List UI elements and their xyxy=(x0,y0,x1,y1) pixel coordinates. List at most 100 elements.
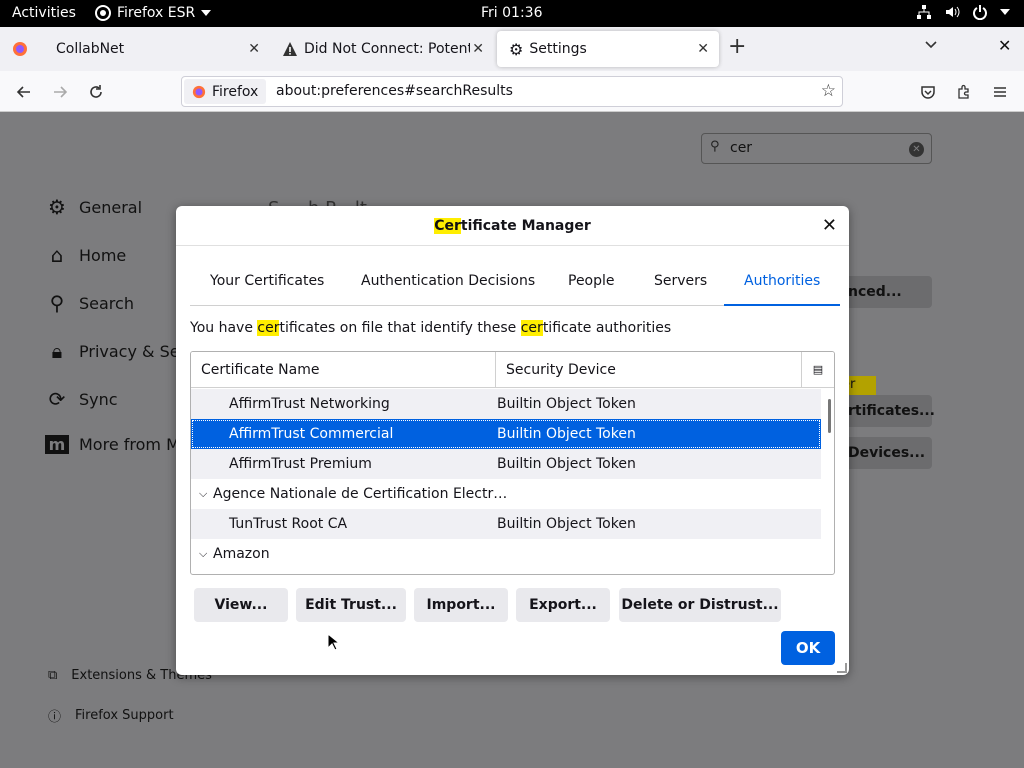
group-name: Amazon xyxy=(213,546,270,562)
nav-bar: Firefox about:preferences#searchResults … xyxy=(0,71,1024,112)
reload-button[interactable] xyxy=(84,80,108,104)
pocket-icon xyxy=(921,86,935,99)
export-button[interactable]: Export... xyxy=(516,588,610,622)
tab-strip: CollabNet ✕ Did Not Connect: Potenti ✕ ⚙… xyxy=(0,27,1024,71)
ok-button[interactable]: OK xyxy=(781,631,835,665)
authorities-description: You have certificates on file that ident… xyxy=(190,320,671,336)
activities-button[interactable]: Activities xyxy=(12,5,76,21)
cert-name: AffirmTrust Premium xyxy=(229,456,372,472)
sidebar-item-label: Search xyxy=(79,293,134,313)
url-bar[interactable]: Firefox about:preferences#searchResults … xyxy=(181,76,843,107)
system-menu[interactable] xyxy=(916,4,1010,20)
tab-servers[interactable]: Servers xyxy=(634,264,727,304)
extensions-button[interactable] xyxy=(952,80,976,104)
chevron-down-icon[interactable]: ⌵ xyxy=(199,539,207,569)
firefox-icon xyxy=(95,5,111,21)
view-certificates-button[interactable]: rtificates... xyxy=(838,395,935,427)
search-value: cer xyxy=(730,140,753,156)
resize-grip[interactable] xyxy=(837,663,847,673)
list-all-tabs-button[interactable] xyxy=(924,38,938,56)
search-icon: ⚲ xyxy=(710,139,720,154)
firefox-icon xyxy=(192,85,206,98)
tab-label: Did Not Connect: Potenti xyxy=(304,41,470,57)
new-tab-button[interactable]: + xyxy=(728,34,746,59)
window-close-button[interactable]: ✕ xyxy=(998,36,1011,55)
close-icon[interactable]: ✕ xyxy=(472,41,484,57)
tab-settings[interactable]: ⚙ Settings ✕ xyxy=(497,31,719,67)
close-icon[interactable]: ✕ xyxy=(248,41,260,57)
tree-row[interactable]: TunTrust Root CA Builtin Object Token xyxy=(191,509,821,539)
mozilla-icon: m xyxy=(45,435,69,454)
view-button[interactable]: View... xyxy=(194,588,288,622)
desc-text: tificate authorities xyxy=(542,320,672,336)
sidebar-item-search[interactable]: ⚲ Search xyxy=(45,291,134,315)
tree-row[interactable]: AffirmTrust Premium Builtin Object Token xyxy=(191,449,821,479)
sidebar-item-label: Sync xyxy=(79,389,118,409)
tree-scrollbar[interactable] xyxy=(828,399,831,433)
identity-label: Firefox xyxy=(212,83,259,100)
tab-authorities[interactable]: Authorities xyxy=(724,264,841,306)
certificate-tree[interactable]: Certificate Name Security Device ▤ Affir… xyxy=(190,351,835,575)
cert-device: Builtin Object Token xyxy=(497,426,636,442)
sidebar-item-general[interactable]: ⚙ General xyxy=(45,195,142,219)
sidebar-item-label: General xyxy=(79,197,143,217)
desc-text: You have xyxy=(190,320,258,336)
column-picker-icon[interactable]: ▤ xyxy=(801,352,834,388)
column-security-device[interactable]: Security Device xyxy=(495,352,801,388)
sidebar-item-sync[interactable]: ⟳ Sync xyxy=(45,387,118,411)
tab-people[interactable]: People xyxy=(548,264,635,304)
chevron-down-icon[interactable]: ⌵ xyxy=(199,479,207,509)
tree-row[interactable]: AffirmTrust Networking Builtin Object Tok… xyxy=(191,389,821,419)
clock[interactable]: Fri 01:36 xyxy=(481,5,542,21)
app-menu-button[interactable] xyxy=(988,80,1012,104)
sidebar-item-more-from-mozilla[interactable]: m More from Mo xyxy=(45,435,190,454)
back-button[interactable] xyxy=(12,80,36,104)
identity-box[interactable]: Firefox xyxy=(184,79,266,104)
tree-group-row[interactable]: ⌵ Amazon xyxy=(191,539,821,569)
tab-collabnet[interactable]: CollabNet ✕ xyxy=(0,27,270,71)
preferences-search-input[interactable]: ⚲ cer ✕ xyxy=(701,133,932,164)
advanced-button[interactable]: nced... xyxy=(838,276,932,308)
sidebar-item-label: More from Mo xyxy=(79,435,190,454)
url-text[interactable]: about:preferences#searchResults xyxy=(276,83,513,99)
bookmark-star-icon[interactable]: ☆ xyxy=(821,81,836,101)
close-icon[interactable]: ✕ xyxy=(697,41,709,57)
cert-name: AffirmTrust Networking xyxy=(229,396,390,412)
puzzle-icon: ⧉ xyxy=(48,668,58,683)
cert-device: Builtin Object Token xyxy=(497,516,636,532)
gear-icon: ⚙ xyxy=(509,39,524,59)
column-certificate-name[interactable]: Certificate Name xyxy=(191,352,496,388)
chevron-down-icon xyxy=(925,41,937,49)
gear-icon: ⚙ xyxy=(48,195,66,219)
tab-did-not-connect[interactable]: Did Not Connect: Potenti ✕ xyxy=(270,27,494,71)
tab-label: CollabNet xyxy=(56,41,125,57)
forward-button[interactable] xyxy=(48,80,72,104)
clear-search-icon[interactable]: ✕ xyxy=(909,142,924,157)
mouse-cursor-icon xyxy=(327,633,339,651)
certificate-manager-dialog: Certificate Manager ✕ Your Certificates … xyxy=(176,206,849,675)
tree-header: Certificate Name Security Device ▤ xyxy=(191,352,834,388)
reload-icon xyxy=(90,85,102,98)
tree-group-row[interactable]: ⌵ Agence Nationale de Certification Elect… xyxy=(191,479,821,509)
chevron-down-icon xyxy=(201,10,212,16)
tab-authentication-decisions[interactable]: Authentication Decisions xyxy=(341,264,555,304)
tab-label: Settings xyxy=(529,41,587,57)
close-icon[interactable]: ✕ xyxy=(822,215,837,236)
app-menu[interactable]: Firefox ESR xyxy=(95,5,212,21)
edit-trust-button[interactable]: Edit Trust... xyxy=(296,588,406,622)
firefox-support-link[interactable]: ⓘ Firefox Support xyxy=(48,706,174,725)
search-highlight: cer xyxy=(520,320,543,336)
pocket-button[interactable] xyxy=(916,80,940,104)
delete-or-distrust-button[interactable]: Delete or Distrust... xyxy=(619,588,781,622)
gnome-top-bar: Activities Firefox ESR Fri 01:36 xyxy=(0,0,1024,27)
search-icon: ⚲ xyxy=(49,291,65,315)
chevron-down-icon xyxy=(1000,9,1010,15)
security-devices-button[interactable]: Devices... xyxy=(838,437,932,469)
sidebar-item-home[interactable]: ⌂ Home xyxy=(45,243,127,267)
tab-your-certificates[interactable]: Your Certificates xyxy=(190,264,344,304)
arrow-left-icon xyxy=(16,86,30,98)
tree-row-selected[interactable]: AffirmTrust Commercial Builtin Object Tok… xyxy=(191,419,821,449)
import-button[interactable]: Import... xyxy=(414,588,508,622)
cert-device: Builtin Object Token xyxy=(497,456,636,472)
sync-icon: ⟳ xyxy=(48,387,66,411)
